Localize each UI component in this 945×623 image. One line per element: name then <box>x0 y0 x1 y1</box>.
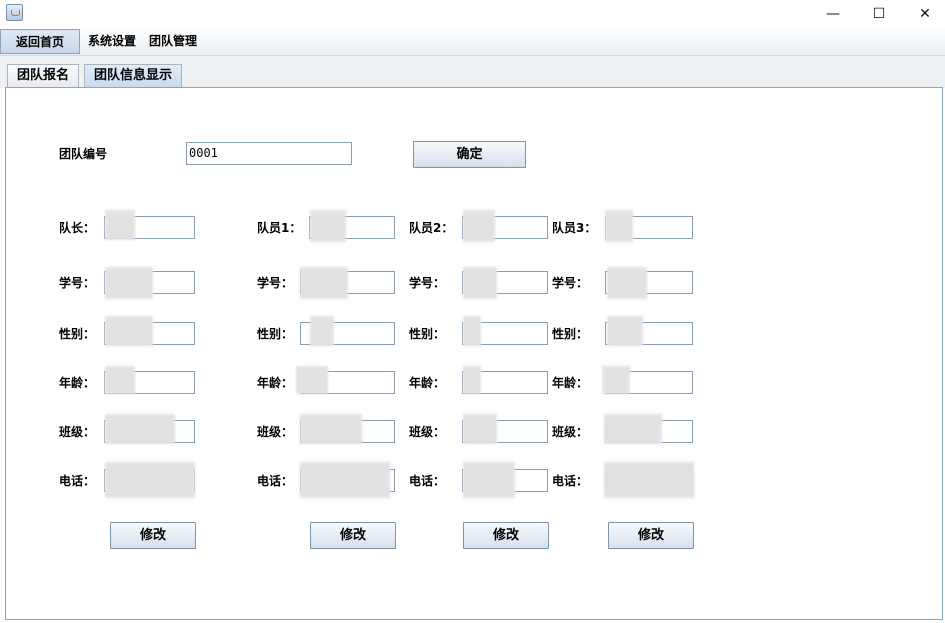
menu-team-management[interactable]: 团队管理 <box>143 29 203 54</box>
redaction-mask <box>463 210 495 242</box>
tab-team-register[interactable]: 团队报名 <box>7 64 80 87</box>
redaction-mask <box>105 414 175 444</box>
redaction-mask <box>602 366 630 394</box>
redaction-mask <box>105 316 153 346</box>
member1-student-id-label: 学号： <box>257 276 294 290</box>
tab-strip: 团队报名 团队信息显示 <box>0 56 945 88</box>
redaction-mask <box>463 316 481 346</box>
member1-class-label: 班级： <box>257 425 294 439</box>
close-button[interactable]: ✕ <box>902 0 945 27</box>
redaction-mask <box>105 462 195 498</box>
redaction-mask <box>463 267 497 299</box>
member3-gender-label: 性别： <box>552 327 589 341</box>
captain-edit-button[interactable]: 修改 <box>110 522 196 549</box>
redaction-mask <box>605 210 633 242</box>
redaction-mask <box>296 366 328 394</box>
member1-phone-label: 电话： <box>257 474 294 488</box>
captain-label: 队长： <box>59 221 96 235</box>
menu-home[interactable]: 返回首页 <box>0 29 81 54</box>
title-bar: — ☐ ✕ <box>0 0 945 27</box>
captain-age-label: 年龄： <box>59 376 96 390</box>
maximize-button[interactable]: ☐ <box>856 0 902 27</box>
member1-edit-button[interactable]: 修改 <box>310 522 396 549</box>
member2-class-label: 班级： <box>409 425 446 439</box>
member2-student-id-label: 学号： <box>409 276 446 290</box>
menu-settings[interactable]: 系统设置 <box>82 29 142 54</box>
redaction-mask <box>604 462 694 498</box>
member3-edit-button[interactable]: 修改 <box>608 522 694 549</box>
redaction-mask <box>463 366 481 394</box>
redaction-mask <box>607 316 643 346</box>
redaction-mask <box>607 267 647 299</box>
member3-age-label: 年龄： <box>552 376 589 390</box>
captain-student-id-label: 学号： <box>59 276 96 290</box>
redaction-mask <box>300 462 390 498</box>
redaction-mask <box>463 414 497 444</box>
redaction-mask <box>300 267 348 299</box>
redaction-mask <box>105 267 153 299</box>
menu-bar: 返回首页 系统设置 团队管理 <box>0 27 945 56</box>
member2-gender-label: 性别： <box>409 327 446 341</box>
java-cup-icon <box>6 4 23 21</box>
captain-phone-label: 电话： <box>59 474 96 488</box>
redaction-mask <box>310 210 346 242</box>
redaction-mask <box>105 366 135 394</box>
team-number-input[interactable]: 0001 <box>186 142 352 165</box>
member2-label: 队员2： <box>409 221 454 235</box>
redaction-mask <box>105 210 135 240</box>
captain-class-label: 班级： <box>59 425 96 439</box>
minimize-button[interactable]: — <box>810 0 856 27</box>
member3-phone-label: 电话： <box>552 474 589 488</box>
redaction-mask <box>463 462 515 498</box>
member1-gender-label: 性别： <box>257 327 294 341</box>
member2-phone-label: 电话： <box>409 474 446 488</box>
redaction-mask <box>604 414 662 444</box>
team-number-label: 团队编号 <box>59 147 108 161</box>
redaction-mask <box>310 316 334 346</box>
tab-team-info[interactable]: 团队信息显示 <box>84 64 183 87</box>
redaction-mask <box>300 414 362 444</box>
member3-label: 队员3： <box>552 221 597 235</box>
member3-student-id-label: 学号： <box>552 276 589 290</box>
member2-edit-button[interactable]: 修改 <box>463 522 549 549</box>
captain-gender-label: 性别： <box>59 327 96 341</box>
member1-age-label: 年龄： <box>257 376 294 390</box>
member1-label: 队员1： <box>257 221 302 235</box>
member3-class-label: 班级： <box>552 425 589 439</box>
member2-age-label: 年龄： <box>409 376 446 390</box>
confirm-button[interactable]: 确定 <box>413 141 526 168</box>
